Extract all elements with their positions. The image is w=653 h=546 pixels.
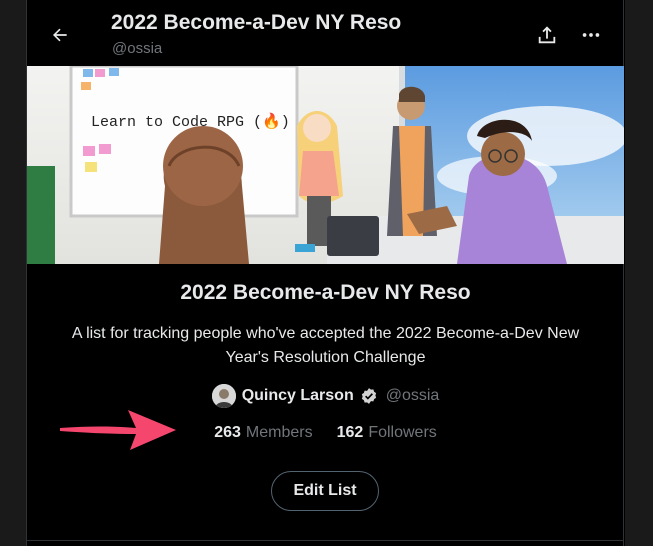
avatar[interactable] [211, 384, 236, 408]
edit-list-button[interactable]: Edit List [271, 471, 379, 511]
members-link[interactable]: 263 Members [214, 424, 312, 442]
list-banner-image: Learn to Code RPG (🔥) [27, 66, 624, 264]
followers-label: Followers [368, 424, 437, 441]
list-title: 2022 Become-a-Dev NY Reso [180, 281, 471, 304]
annotation-arrow-icon [60, 410, 176, 450]
left-gutter [0, 0, 26, 546]
header-handle: @ossia [112, 40, 163, 57]
owner-handle[interactable]: @ossia [386, 387, 440, 405]
list-description: A list for tracking people who've accept… [71, 325, 580, 366]
members-label: Members [245, 424, 313, 441]
more-options-button[interactable] [574, 18, 608, 52]
header-title: 2022 Become-a-Dev NY Reso [111, 11, 402, 34]
verified-badge-icon [361, 388, 376, 404]
share-button[interactable] [530, 18, 564, 52]
divider [27, 540, 624, 541]
followers-link[interactable]: 162 Followers [337, 424, 437, 442]
list-column: 2022 Become-a-Dev NY Reso @ossia Learn t… [26, 0, 624, 546]
share-icon [538, 26, 556, 44]
right-gutter [625, 0, 653, 546]
owner-name[interactable]: Quincy Larson [242, 387, 354, 405]
members-count: 263 [214, 424, 241, 441]
more-options-icon [582, 33, 600, 37]
back-button[interactable] [43, 18, 77, 52]
followers-count: 162 [336, 424, 364, 441]
back-arrow-icon [53, 28, 67, 42]
